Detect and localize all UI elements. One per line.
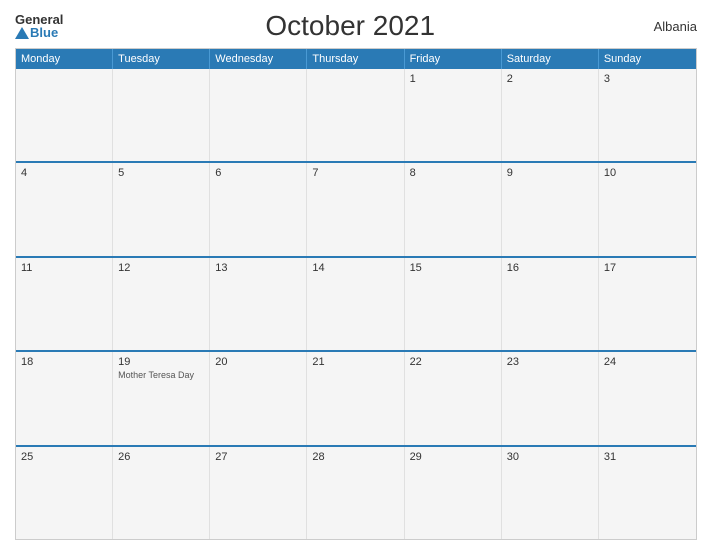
calendar-cell: 4 — [16, 163, 113, 255]
calendar-cell: 1 — [405, 69, 502, 161]
day-number: 10 — [604, 167, 691, 179]
calendar-week: 11 12 13 14 15 16 17 — [16, 256, 696, 350]
day-number: 2 — [507, 73, 593, 85]
day-number: 5 — [118, 167, 204, 179]
country-label: Albania — [637, 19, 697, 34]
day-number: 9 — [507, 167, 593, 179]
day-number: 24 — [604, 356, 691, 368]
day-number: 30 — [507, 451, 593, 463]
weekday-header: Sunday — [599, 49, 696, 69]
calendar-cell: 16 — [502, 258, 599, 350]
calendar-week: 25 26 27 28 29 30 31 — [16, 445, 696, 539]
calendar-cell: 7 — [307, 163, 404, 255]
calendar-body: 12345678910111213141516171819Mother Tere… — [16, 69, 696, 539]
weekday-header: Tuesday — [113, 49, 210, 69]
calendar-cell: 8 — [405, 163, 502, 255]
weekday-header: Friday — [405, 49, 502, 69]
calendar-header: MondayTuesdayWednesdayThursdayFridaySatu… — [16, 49, 696, 69]
day-number: 22 — [410, 356, 496, 368]
logo: General Blue — [15, 13, 63, 39]
calendar-cell: 13 — [210, 258, 307, 350]
calendar-week: 18 19 Mother Teresa Day 20 21 22 23 24 — [16, 350, 696, 444]
calendar-cell: 26 — [113, 447, 210, 539]
header: General Blue October 2021 Albania — [15, 10, 697, 42]
holiday-label: Mother Teresa Day — [118, 370, 204, 380]
day-number: 7 — [312, 167, 398, 179]
calendar-title: October 2021 — [63, 10, 637, 42]
day-number: 27 — [215, 451, 301, 463]
calendar-cell — [113, 69, 210, 161]
day-number: 14 — [312, 262, 398, 274]
logo-triangle-icon — [15, 27, 29, 39]
calendar-cell: 20 — [210, 352, 307, 444]
weekday-header: Thursday — [307, 49, 404, 69]
day-number: 23 — [507, 356, 593, 368]
calendar-cell — [210, 69, 307, 161]
day-number: 29 — [410, 451, 496, 463]
calendar-cell: 29 — [405, 447, 502, 539]
calendar-cell — [16, 69, 113, 161]
calendar-cell: 6 — [210, 163, 307, 255]
calendar: MondayTuesdayWednesdayThursdayFridaySatu… — [15, 48, 697, 540]
calendar-cell: 12 — [113, 258, 210, 350]
day-number: 12 — [118, 262, 204, 274]
day-number: 1 — [410, 73, 496, 85]
calendar-cell: 11 — [16, 258, 113, 350]
day-number: 19 — [118, 356, 204, 368]
calendar-cell: 9 — [502, 163, 599, 255]
logo-blue-text: Blue — [15, 26, 63, 39]
day-number: 15 — [410, 262, 496, 274]
calendar-cell: 31 — [599, 447, 696, 539]
day-number: 6 — [215, 167, 301, 179]
calendar-cell: 25 — [16, 447, 113, 539]
day-number: 18 — [21, 356, 107, 368]
day-number: 16 — [507, 262, 593, 274]
weekday-header: Wednesday — [210, 49, 307, 69]
calendar-cell: 30 — [502, 447, 599, 539]
day-number: 21 — [312, 356, 398, 368]
day-number: 17 — [604, 262, 691, 274]
calendar-cell: 3 — [599, 69, 696, 161]
calendar-cell: 28 — [307, 447, 404, 539]
weekday-header: Saturday — [502, 49, 599, 69]
calendar-cell: 14 — [307, 258, 404, 350]
day-number: 20 — [215, 356, 301, 368]
calendar-cell: 23 — [502, 352, 599, 444]
day-number: 13 — [215, 262, 301, 274]
calendar-cell: 24 — [599, 352, 696, 444]
calendar-cell: 15 — [405, 258, 502, 350]
calendar-cell: 18 — [16, 352, 113, 444]
calendar-week: 456789 10 — [16, 161, 696, 255]
weekday-header: Monday — [16, 49, 113, 69]
calendar-cell: 2 — [502, 69, 599, 161]
calendar-cell: 19 Mother Teresa Day — [113, 352, 210, 444]
day-number: 8 — [410, 167, 496, 179]
calendar-cell: 21 — [307, 352, 404, 444]
page: General Blue October 2021 Albania Monday… — [0, 0, 712, 550]
calendar-cell: 5 — [113, 163, 210, 255]
calendar-cell: 22 — [405, 352, 502, 444]
day-number: 26 — [118, 451, 204, 463]
day-number: 28 — [312, 451, 398, 463]
day-number: 4 — [21, 167, 107, 179]
day-number: 25 — [21, 451, 107, 463]
calendar-week: 123 — [16, 69, 696, 161]
calendar-cell: 27 — [210, 447, 307, 539]
calendar-cell: 17 — [599, 258, 696, 350]
day-number: 31 — [604, 451, 691, 463]
day-number: 3 — [604, 73, 691, 85]
calendar-cell: 10 — [599, 163, 696, 255]
day-number: 11 — [21, 262, 107, 274]
calendar-cell — [307, 69, 404, 161]
